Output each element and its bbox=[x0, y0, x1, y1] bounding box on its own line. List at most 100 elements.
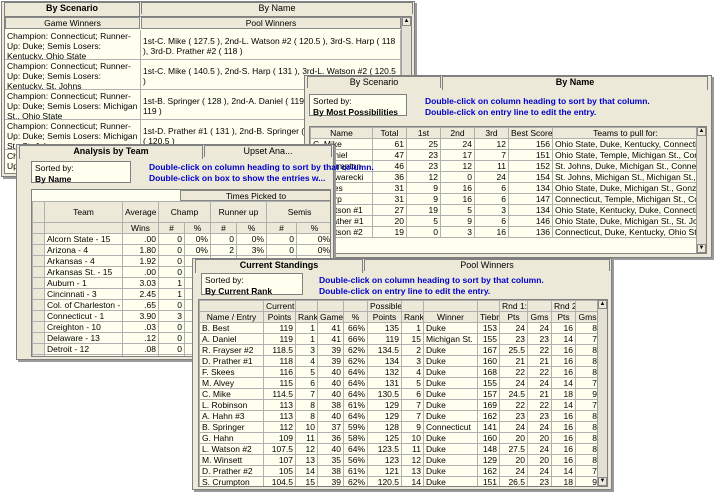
table-row[interactable]: C. Mike 114.5 7 40 64% 130.5 6 Duke 157 24.5 21 18 9 bbox=[199, 388, 600, 400]
row-selector[interactable] bbox=[32, 310, 45, 322]
row-selector[interactable] bbox=[32, 332, 45, 344]
row-selector[interactable] bbox=[32, 343, 45, 355]
table-cell: 18 bbox=[551, 388, 576, 400]
col-rank[interactable]: Rank bbox=[295, 311, 318, 323]
tab-by-scenario[interactable]: By Scenario bbox=[307, 76, 441, 88]
table-cell: 157 bbox=[477, 388, 500, 400]
scroll-up-arrow-icon[interactable]: ▲ bbox=[697, 127, 706, 136]
col-poss-rank[interactable]: Rank bbox=[401, 311, 424, 323]
table-row[interactable]: L. Watson #2 107.5 12 40 64% 123.5 11 Duke 148 27… bbox=[199, 443, 600, 455]
col-team[interactable]: Team bbox=[44, 201, 123, 223]
table-row[interactable]: B. Springer 112 10 37 59% 128 9 Connecticut 141 2… bbox=[199, 421, 600, 433]
col-winner[interactable]: Winner bbox=[423, 311, 478, 323]
col-rnd2-pts[interactable]: Pts bbox=[551, 311, 576, 323]
tab-by-name[interactable]: By Name bbox=[141, 2, 413, 14]
col-champ[interactable]: Champ bbox=[158, 201, 211, 223]
table-row[interactable]: M. Winsett 107 13 35 56% 123 12 Duke 129 20 20 16 8 bbox=[199, 454, 600, 466]
table-cell: 23 bbox=[527, 476, 552, 486]
table-row[interactable]: A. Daniel 119 1 41 66% 119 15 Michigan St. 155 23… bbox=[199, 333, 600, 345]
col-best-score[interactable]: Best Score bbox=[508, 127, 553, 139]
col-name-entry[interactable]: Name / Entry bbox=[199, 311, 264, 323]
table-row[interactable]: A. Hahn #3 113 8 40 64% 129 7 Duke 162 23 23 16 8 bbox=[199, 410, 600, 422]
row-selector[interactable] bbox=[32, 255, 45, 267]
table-cell: 7 bbox=[401, 410, 424, 422]
table-row[interactable]: D. Prather #1 118 4 39 62% 134 3 Duke 160 21 21 16 8 bbox=[199, 355, 600, 367]
scroll-down-arrow-icon[interactable]: ▼ bbox=[598, 477, 607, 486]
table-row[interactable]: Alcorn State - 15.00 0 0% 0 0% 0 0% bbox=[32, 233, 330, 245]
tab-upset-analysis[interactable]: Upset Ana... bbox=[204, 145, 332, 157]
col-2nd[interactable]: 2nd bbox=[440, 127, 475, 139]
row-selector[interactable] bbox=[32, 277, 45, 289]
col-runner-up[interactable]: Runner up bbox=[209, 201, 268, 223]
table-cell: 14 bbox=[551, 377, 576, 389]
col-name[interactable]: Name bbox=[310, 127, 373, 139]
row-selector[interactable] bbox=[32, 299, 45, 311]
table-cell: 4 bbox=[401, 366, 424, 378]
table-row[interactable]: B. Best 119 1 41 66% 135 1 Duke 153 24 24 16 8 bbox=[199, 322, 600, 334]
table-row[interactable]: C. Mike61252412156Ohio State, Duke, Kent… bbox=[310, 138, 699, 150]
row-selector[interactable] bbox=[32, 288, 45, 300]
times-picked-header: Times Picked to bbox=[180, 190, 330, 201]
table-cell: .03 bbox=[122, 321, 159, 333]
table-row[interactable]: J. Pyles319166134Ohio State, Duke, Michi… bbox=[310, 182, 699, 194]
scroll-up-arrow-icon[interactable]: ▲ bbox=[402, 17, 411, 26]
tab-by-name[interactable]: By Name bbox=[442, 76, 708, 90]
table-row[interactable]: L. Watson #2 19 0 3 16 136 Connecticut, Duke, … bbox=[310, 226, 699, 238]
row-selector[interactable] bbox=[32, 266, 45, 278]
col-1st[interactable]: 1st bbox=[406, 127, 441, 139]
col-poss-points[interactable]: Points bbox=[367, 311, 402, 323]
table-cell: 118 bbox=[263, 355, 296, 367]
table-row[interactable]: D. Prather #1 20 5 9 6 146 Ohio State, Duke, M… bbox=[310, 215, 699, 227]
row-selector[interactable] bbox=[32, 244, 45, 256]
table-row[interactable]: A. Daniel4723177151Ohio State, Temple, M… bbox=[310, 149, 699, 161]
col-total[interactable]: Total bbox=[372, 127, 407, 139]
tab-analysis-by-team[interactable]: Analysis by Team bbox=[19, 145, 203, 159]
by-name-scrollbar[interactable]: ▲ ▼ bbox=[696, 127, 706, 253]
game-winners-header[interactable]: Game Winners bbox=[5, 17, 140, 29]
table-row[interactable]: Arizona - 4 1.80 0 0% 2 3% 0 0% bbox=[32, 244, 330, 256]
table-row[interactable]: L. Robinson 113 8 38 61% 129 7 Duke 169 22 22 14 7 bbox=[199, 399, 600, 411]
tab-by-scenario[interactable]: By Scenario bbox=[4, 2, 140, 16]
table-row[interactable]: F. Skees 116 5 40 64% 132 4 Duke 168 22 22 16 8 bbox=[199, 366, 600, 378]
table-cell: 1 bbox=[295, 333, 318, 345]
col-tiebrk[interactable]: Tiebrk bbox=[477, 311, 500, 323]
instruction-line-2: Double-click on box to show the entries … bbox=[149, 173, 326, 183]
tab-current-standings[interactable]: Current Standings bbox=[195, 259, 363, 273]
col-points[interactable]: Points bbox=[263, 311, 296, 323]
pool-winners-header[interactable]: Pool Winners bbox=[141, 17, 401, 29]
table-row[interactable]: S. Harp319166147Connecticut, Temple, Mic… bbox=[310, 193, 699, 205]
col-rnd1-gms[interactable]: Gms bbox=[527, 311, 552, 323]
col-rnd1-pts[interactable]: Pts bbox=[499, 311, 528, 323]
entry-name: B. Springer bbox=[199, 421, 264, 433]
row-selector[interactable] bbox=[32, 233, 45, 245]
col-3rd[interactable]: 3rd bbox=[474, 127, 509, 139]
tab-pool-winners[interactable]: Pool Winners bbox=[364, 259, 610, 271]
col-possible[interactable]: Possible: bbox=[367, 300, 402, 312]
col-rnd2[interactable]: Rnd 2: bbox=[551, 300, 576, 312]
col-pct[interactable]: % bbox=[343, 311, 368, 323]
table-cell: 3 bbox=[158, 310, 185, 322]
col-average-wins[interactable]: Average bbox=[122, 201, 159, 223]
table-cell: 22 bbox=[499, 399, 528, 411]
col-current[interactable]: Current: bbox=[263, 300, 296, 312]
col-semis[interactable]: Semis bbox=[266, 201, 330, 223]
col-games[interactable]: Games bbox=[317, 311, 344, 323]
col-rnd1[interactable]: Rnd 1: bbox=[499, 300, 528, 312]
col-rnd2-gms[interactable]: Gms bbox=[575, 311, 600, 323]
row-selector[interactable] bbox=[32, 321, 45, 333]
table-row[interactable]: M. Alvey 115 6 40 64% 131 5 Duke 155 24 24 14 7 bbox=[199, 377, 600, 389]
table-row[interactable]: S. Crumpton 104.5 15 39 62% 120.5 14 Duke 151 26.… bbox=[199, 476, 600, 486]
table-cell: 16 bbox=[551, 355, 576, 367]
table-cell: 62% bbox=[343, 344, 368, 356]
table-cell: 10 bbox=[401, 432, 424, 444]
scroll-up-arrow-icon[interactable]: ▲ bbox=[598, 300, 607, 309]
table-row[interactable]: L. Watson #1 27 19 5 3 134 Ohio State, Kentuck… bbox=[310, 204, 699, 216]
table-row[interactable]: D. Prather #2 105 14 38 61% 121 13 Duke 162 24 24 1… bbox=[199, 465, 600, 477]
col-teams-to-pull-for[interactable]: Teams to pull for: bbox=[552, 127, 699, 139]
standings-scrollbar[interactable]: ▲ ▼ bbox=[597, 300, 607, 486]
table-row[interactable]: R. Frayser #2 118.5 3 39 62% 134.5 2 Duke 167 25.… bbox=[199, 344, 600, 356]
row-selector[interactable] bbox=[32, 354, 45, 356]
scroll-down-arrow-icon[interactable]: ▼ bbox=[697, 244, 706, 253]
scenario-row[interactable]: Champion: Connecticut; Runner-Up: Duke; … bbox=[5, 30, 401, 60]
table-row[interactable]: G. Hahn 109 11 36 58% 125 10 Duke 160 20 20 16 8 bbox=[199, 432, 600, 444]
